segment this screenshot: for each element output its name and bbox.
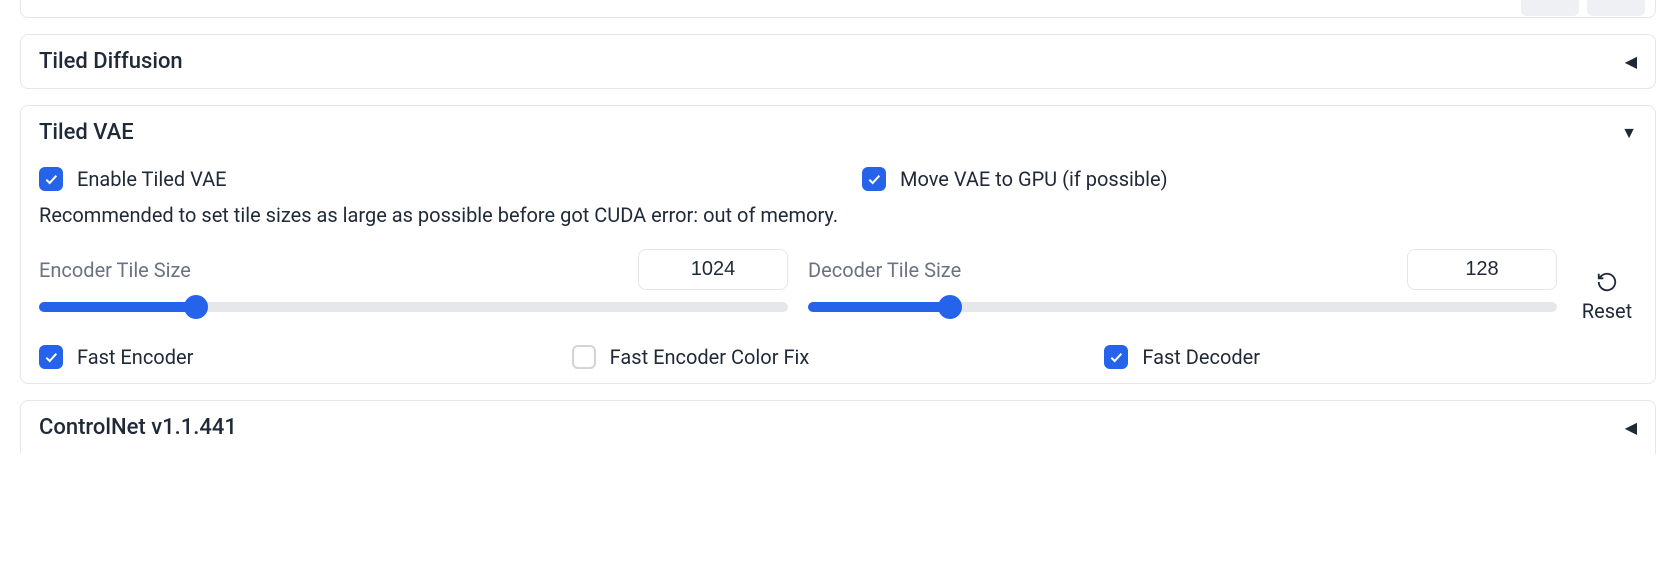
controlnet-header[interactable]: ControlNet v1.1.441 bbox=[39, 415, 1637, 440]
checkmark-icon bbox=[1104, 345, 1128, 369]
slider-thumb[interactable] bbox=[938, 295, 962, 319]
fast-encoder-label: Fast Encoder bbox=[77, 345, 193, 369]
encoder-tile-size-input[interactable] bbox=[638, 249, 788, 290]
slider-thumb[interactable] bbox=[184, 295, 208, 319]
reset-label: Reset bbox=[1582, 299, 1632, 323]
decoder-tile-size-slider[interactable] bbox=[808, 302, 1557, 312]
move-vae-gpu-label: Move VAE to GPU (if possible) bbox=[900, 167, 1168, 191]
tiled-vae-panel: Tiled VAE Enable Tiled VAE Move VAE to G… bbox=[20, 105, 1656, 384]
collapse-icon bbox=[1625, 52, 1637, 71]
action-pill[interactable] bbox=[1521, 0, 1579, 16]
encoder-tile-size-group: Encoder Tile Size bbox=[39, 249, 788, 316]
tiled-vae-help-text: Recommended to set tile sizes as large a… bbox=[39, 203, 1637, 227]
refresh-icon bbox=[1596, 271, 1618, 297]
move-vae-gpu-checkbox[interactable]: Move VAE to GPU (if possible) bbox=[862, 167, 1637, 191]
tile-size-sliders-row: Encoder Tile Size Decoder Tile Size bbox=[39, 249, 1637, 323]
tiled-vae-top-checkbox-row: Enable Tiled VAE Move VAE to GPU (if pos… bbox=[39, 167, 1637, 191]
fast-encoder-color-fix-label: Fast Encoder Color Fix bbox=[610, 345, 810, 369]
tiled-diffusion-panel: Tiled Diffusion bbox=[20, 34, 1656, 89]
controlnet-title: ControlNet v1.1.441 bbox=[39, 415, 237, 440]
decoder-tile-size-label: Decoder Tile Size bbox=[808, 258, 961, 282]
decoder-tile-size-group: Decoder Tile Size bbox=[808, 249, 1557, 316]
checkmark-icon bbox=[39, 345, 63, 369]
encoder-tile-size-label: Encoder Tile Size bbox=[39, 258, 191, 282]
expand-icon bbox=[1621, 123, 1637, 143]
tiled-diffusion-header[interactable]: Tiled Diffusion bbox=[39, 49, 1637, 74]
enable-tiled-vae-checkbox[interactable]: Enable Tiled VAE bbox=[39, 167, 814, 191]
tiled-diffusion-title: Tiled Diffusion bbox=[39, 49, 183, 74]
previous-panel-bottom-edge bbox=[20, 0, 1656, 18]
enable-tiled-vae-label: Enable Tiled VAE bbox=[77, 167, 226, 191]
fast-decoder-checkbox[interactable]: Fast Decoder bbox=[1104, 345, 1637, 369]
tiled-vae-body: Enable Tiled VAE Move VAE to GPU (if pos… bbox=[39, 145, 1637, 369]
reset-button[interactable]: Reset bbox=[1577, 249, 1637, 323]
collapse-icon bbox=[1625, 418, 1637, 437]
decoder-tile-size-input[interactable] bbox=[1407, 249, 1557, 290]
slider-fill bbox=[39, 302, 196, 312]
slider-fill bbox=[808, 302, 950, 312]
tiled-vae-header[interactable]: Tiled VAE bbox=[39, 120, 1637, 145]
controlnet-panel: ControlNet v1.1.441 bbox=[20, 400, 1656, 454]
action-pill[interactable] bbox=[1587, 0, 1645, 16]
fast-options-row: Fast Encoder Fast Encoder Color Fix Fast… bbox=[39, 345, 1637, 369]
tiled-vae-title: Tiled VAE bbox=[39, 120, 134, 145]
checkmark-icon bbox=[862, 167, 886, 191]
action-pill-group bbox=[1521, 0, 1645, 16]
fast-encoder-color-fix-checkbox[interactable]: Fast Encoder Color Fix bbox=[572, 345, 1105, 369]
checkmark-icon bbox=[39, 167, 63, 191]
fast-decoder-label: Fast Decoder bbox=[1142, 345, 1260, 369]
fast-encoder-checkbox[interactable]: Fast Encoder bbox=[39, 345, 572, 369]
encoder-tile-size-slider[interactable] bbox=[39, 302, 788, 312]
checkbox-empty-icon bbox=[572, 345, 596, 369]
